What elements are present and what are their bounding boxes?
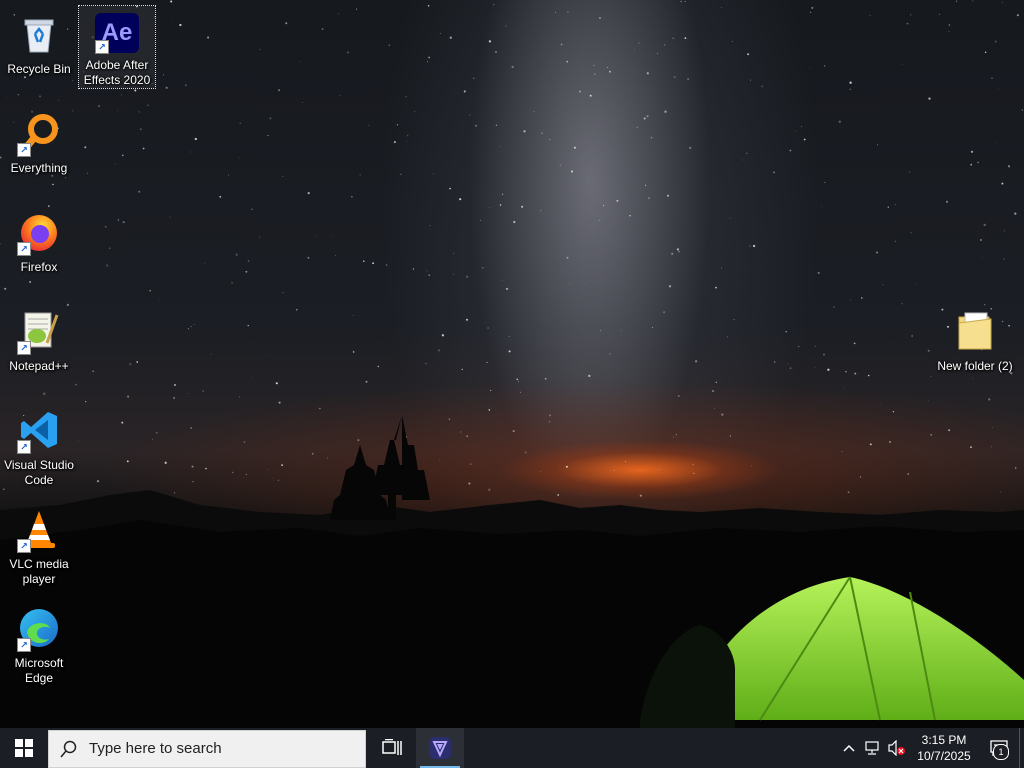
desktop-icon-label: Adobe After Effects 2020	[83, 58, 151, 87]
windows-logo-icon	[15, 739, 33, 757]
recycle-bin-icon	[13, 8, 65, 60]
notification-badge: 1	[993, 744, 1009, 760]
desktop-icon-label: VLC media player	[9, 557, 69, 586]
start-button[interactable]	[0, 728, 48, 768]
task-view-button[interactable]	[368, 728, 416, 768]
network-icon[interactable]	[861, 728, 885, 768]
edge-icon: ↗	[13, 602, 65, 654]
desktop-icon-new-folder[interactable]: New folder (2)	[937, 301, 1013, 374]
vlc-icon: ↗	[13, 503, 65, 555]
clock-time: 3:15 PM	[921, 733, 967, 747]
desktop-icon-label: Firefox	[20, 260, 58, 274]
firefox-icon: ↗	[13, 206, 65, 258]
desktop-icon-label: Microsoft Edge	[14, 656, 64, 685]
taskbar-clock[interactable]: 3:15 PM 10/7/2025	[909, 732, 979, 764]
shortcut-arrow-icon: ↗	[17, 638, 31, 652]
show-desktop-button[interactable]	[1019, 728, 1024, 768]
desktop-icon-label: Everything	[10, 161, 68, 175]
search-placeholder: Type here to search	[89, 740, 222, 757]
desktop-icon-label: Visual Studio Code	[4, 458, 74, 487]
vscode-icon: ↗	[13, 404, 65, 456]
desktop-icon-vscode[interactable]: ↗ Visual Studio Code	[1, 400, 77, 488]
shortcut-arrow-icon: ↗	[17, 143, 31, 157]
task-view-icon	[382, 739, 402, 755]
desktop-icon-notepadpp[interactable]: ↗ Notepad++	[1, 301, 77, 374]
desktop[interactable]: Recycle Bin Ae ↗ Adobe After Effects 202…	[0, 0, 1024, 728]
desktop-icon-recycle-bin[interactable]: Recycle Bin	[1, 4, 77, 77]
desktop-icon-after-effects[interactable]: Ae ↗ Adobe After Effects 2020	[78, 5, 156, 89]
desktop-icon-edge[interactable]: ↗ Microsoft Edge	[1, 598, 77, 686]
folder-icon	[949, 305, 1001, 357]
shortcut-arrow-icon: ↗	[95, 40, 109, 54]
desktop-icon-everything[interactable]: ↗ Everything	[1, 103, 77, 176]
desktop-icon-vlc[interactable]: ↗ VLC media player	[1, 499, 77, 587]
pinned-app-icon	[429, 737, 451, 759]
notepadpp-icon: ↗	[13, 305, 65, 357]
desktop-icon-label: New folder (2)	[937, 359, 1013, 373]
taskbar-search-box[interactable]: Type here to search	[48, 729, 366, 768]
night-landscape	[0, 415, 1024, 728]
clock-date: 10/7/2025	[917, 749, 971, 763]
shortcut-arrow-icon: ↗	[17, 242, 31, 256]
shortcut-arrow-icon: ↗	[17, 440, 31, 454]
desktop-icon-label: Notepad++	[9, 359, 69, 373]
taskbar: Type here to search 3:15 PM 10/7/2025 1	[0, 728, 1024, 768]
after-effects-icon: Ae ↗	[91, 10, 143, 56]
taskbar-pinned-app[interactable]	[416, 728, 464, 768]
everything-search-icon: ↗	[13, 107, 65, 159]
search-icon	[49, 740, 89, 758]
system-tray: 3:15 PM 10/7/2025 1	[837, 728, 1024, 768]
action-center-button[interactable]: 1	[979, 728, 1019, 768]
desktop-icon-label: Recycle Bin	[7, 62, 71, 76]
shortcut-arrow-icon: ↗	[17, 539, 31, 553]
shortcut-arrow-icon: ↗	[17, 341, 31, 355]
desktop-icon-firefox[interactable]: ↗ Firefox	[1, 202, 77, 275]
volume-muted-icon[interactable]	[885, 728, 909, 768]
chevron-up-icon[interactable]	[837, 728, 861, 768]
